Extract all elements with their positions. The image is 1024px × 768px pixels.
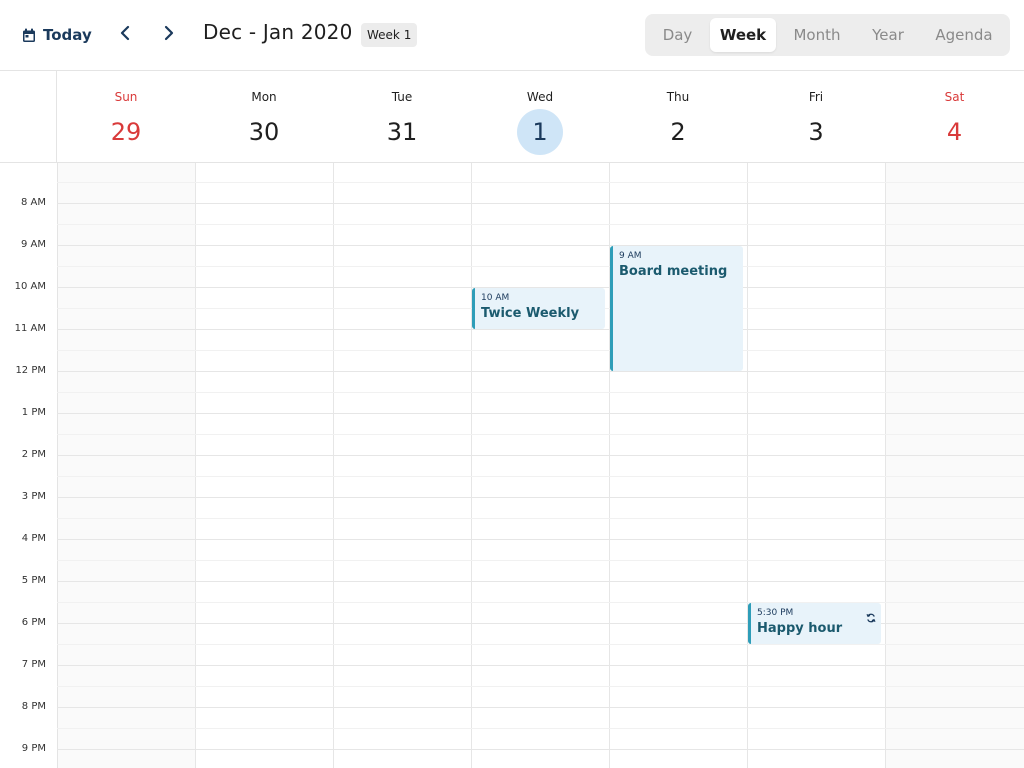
time-label: 7 PM (21, 659, 46, 670)
day-number: 3 (808, 118, 824, 146)
view-tab-week[interactable]: Week (710, 18, 776, 52)
half-hour-line (57, 434, 1024, 435)
previous-week-button[interactable] (113, 22, 137, 48)
time-label: 8 PM (21, 701, 46, 712)
half-hour-line (57, 266, 1024, 267)
column-divider (471, 163, 472, 768)
next-week-button[interactable] (157, 22, 181, 48)
event-board-meeting[interactable]: 9 AM Board meeting (610, 246, 743, 371)
column-divider (333, 163, 334, 768)
day-header-tue[interactable]: Tue 31 (333, 71, 471, 163)
day-number: 2 (670, 118, 686, 146)
half-hour-line (57, 644, 1024, 645)
half-hour-line (57, 350, 1024, 351)
day-header-fri[interactable]: Fri 3 (747, 71, 885, 163)
day-name: Fri (808, 90, 824, 104)
half-hour-line (57, 686, 1024, 687)
event-happy-hour[interactable]: 5:30 PM Happy hour (748, 603, 881, 644)
time-label: 10 AM (14, 281, 46, 292)
hour-line (57, 413, 1024, 414)
repeat-icon (866, 608, 876, 627)
hour-line (57, 245, 1024, 246)
half-hour-line (57, 728, 1024, 729)
event-twice-weekly[interactable]: 10 AM Twice Weekly (472, 288, 605, 329)
view-tab-year[interactable]: Year (858, 18, 918, 52)
view-tab-day[interactable]: Day (649, 18, 706, 52)
chevron-right-icon (164, 25, 174, 45)
hour-line (57, 665, 1024, 666)
half-hour-line (57, 560, 1024, 561)
hour-line (57, 581, 1024, 582)
time-label: 12 PM (15, 365, 46, 376)
time-label: 5 PM (21, 575, 46, 586)
hour-line (57, 539, 1024, 540)
today-label: Today (43, 26, 92, 44)
event-time: 10 AM (481, 293, 510, 303)
time-label: 3 PM (21, 491, 46, 502)
calendar-toolbar: Today Dec - Jan 2020 Week 1 Day Week Mon… (0, 0, 1024, 71)
day-name: Wed (526, 90, 554, 104)
half-hour-line (57, 518, 1024, 519)
time-label: 1 PM (21, 407, 46, 418)
week-number-badge: Week 1 (361, 23, 418, 47)
today-day-number: 1 (517, 109, 563, 155)
day-header-sat[interactable]: Sat 4 (885, 71, 1024, 163)
day-header-wed[interactable]: Wed 1 (471, 71, 609, 163)
hour-line (57, 455, 1024, 456)
day-header-sun[interactable]: Sun 29 (57, 71, 195, 163)
half-hour-line (57, 476, 1024, 477)
event-time: 9 AM (619, 251, 642, 261)
day-header-thu[interactable]: Thu 2 (609, 71, 747, 163)
day-name: Sun (114, 90, 138, 104)
week-day-header: Sun 29 Mon 30 Tue 31 Wed 1 Thu 2 Fri 3 S… (0, 71, 1024, 163)
hour-line (57, 203, 1024, 204)
hour-line (57, 497, 1024, 498)
event-time: 5:30 PM (757, 608, 794, 618)
day-header-mon[interactable]: Mon 30 (195, 71, 333, 163)
day-name: Mon (251, 90, 277, 104)
event-title: Board meeting (619, 264, 728, 279)
half-hour-line (57, 392, 1024, 393)
day-name: Tue (391, 90, 413, 104)
half-hour-line (57, 182, 1024, 183)
today-button[interactable]: Today (22, 22, 92, 48)
column-divider (747, 163, 748, 768)
time-label: 2 PM (21, 449, 46, 460)
day-number: 31 (386, 118, 418, 146)
hour-line (57, 329, 1024, 330)
half-hour-line (57, 224, 1024, 225)
weekend-column-sun (57, 163, 195, 768)
day-number: 30 (248, 118, 280, 146)
time-label: 4 PM (21, 533, 46, 544)
hour-line (57, 707, 1024, 708)
time-label: 9 AM (20, 239, 46, 250)
gutter-divider (57, 163, 58, 768)
day-name: Thu (666, 90, 690, 104)
event-title: Twice Weekly (481, 306, 580, 321)
day-number: 4 (946, 118, 963, 146)
header-gutter (0, 71, 57, 163)
date-range-title: Dec - Jan 2020 (203, 20, 353, 44)
event-title: Happy hour (757, 621, 843, 636)
time-label: 9 PM (21, 743, 46, 754)
hour-line (57, 749, 1024, 750)
chevron-left-icon (120, 25, 130, 45)
time-label: 11 AM (14, 323, 46, 334)
day-number: 29 (110, 118, 142, 146)
day-name: Sat (944, 90, 965, 104)
view-switcher: Day Week Month Year Agenda (645, 14, 1010, 56)
view-tab-month[interactable]: Month (780, 18, 854, 52)
calendar-icon (22, 28, 36, 43)
time-label: 8 AM (20, 197, 46, 208)
column-divider (195, 163, 196, 768)
time-grid[interactable]: 7 AM 8 AM 9 AM 10 AM 11 AM 12 PM 1 PM 2 PM 3 PM 4… (0, 163, 1024, 768)
weekend-column-sat (886, 163, 1024, 768)
column-divider (885, 163, 886, 768)
hour-line (57, 371, 1024, 372)
time-label: 6 PM (21, 617, 46, 628)
time-label: 7 AM (0, 163, 46, 167)
view-tab-agenda[interactable]: Agenda (922, 18, 1006, 52)
